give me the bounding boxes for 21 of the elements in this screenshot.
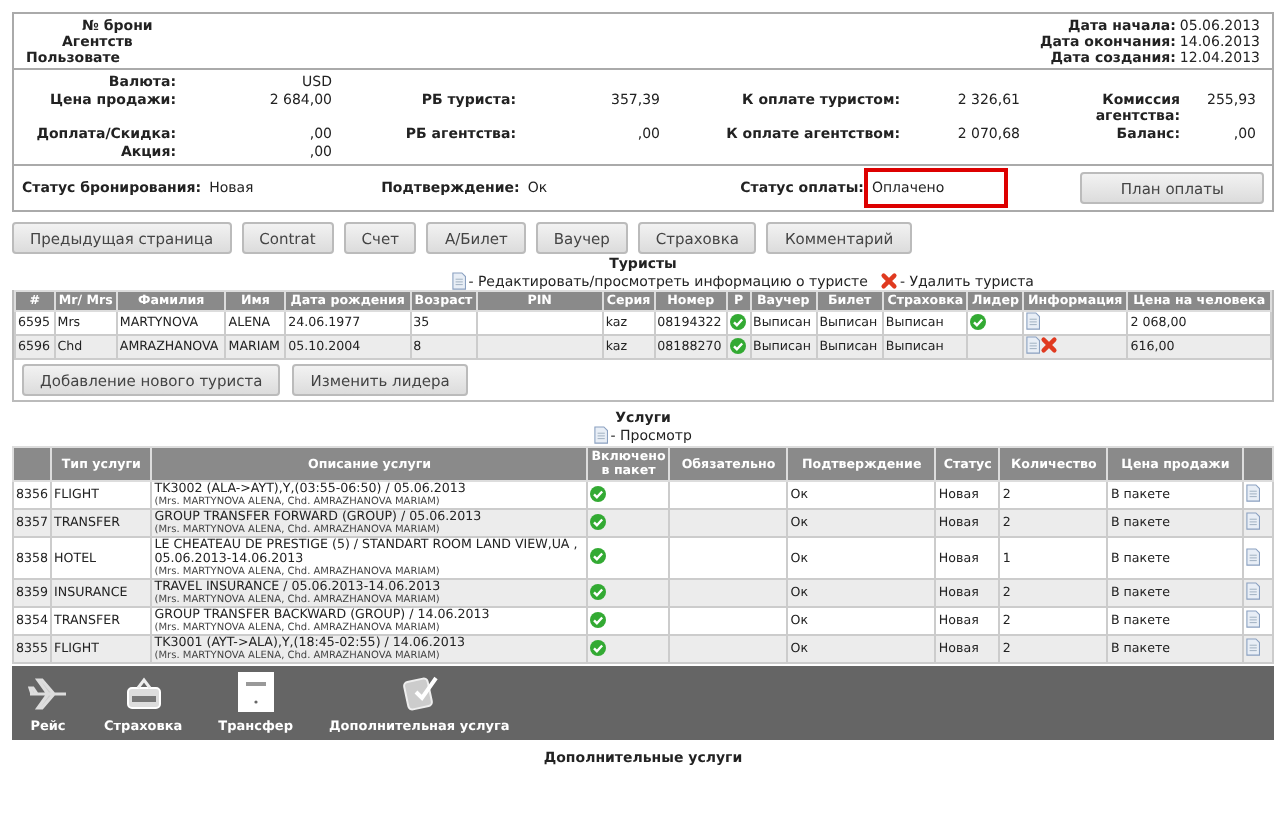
delete-icon[interactable] <box>879 272 898 290</box>
check-icon <box>590 639 607 655</box>
document-icon[interactable] <box>452 272 467 290</box>
document-icon[interactable] <box>1246 610 1261 628</box>
document-icon[interactable] <box>1246 582 1261 600</box>
document-icon[interactable] <box>594 426 609 444</box>
check-icon <box>590 548 607 564</box>
document-icon[interactable] <box>1026 336 1041 354</box>
document-icon[interactable] <box>1246 638 1261 656</box>
card-icon <box>123 676 164 712</box>
check-icon <box>730 337 747 353</box>
document-icon[interactable] <box>1246 512 1261 530</box>
checklist-icon <box>399 672 440 712</box>
document-icon[interactable] <box>1026 312 1041 330</box>
document-icon[interactable] <box>1246 547 1261 565</box>
airplane-icon <box>28 676 68 712</box>
document-icon[interactable] <box>1246 484 1261 502</box>
card-icon <box>237 672 274 712</box>
delete-icon[interactable] <box>1040 336 1059 354</box>
check-icon <box>590 583 607 599</box>
check-icon <box>590 513 607 529</box>
